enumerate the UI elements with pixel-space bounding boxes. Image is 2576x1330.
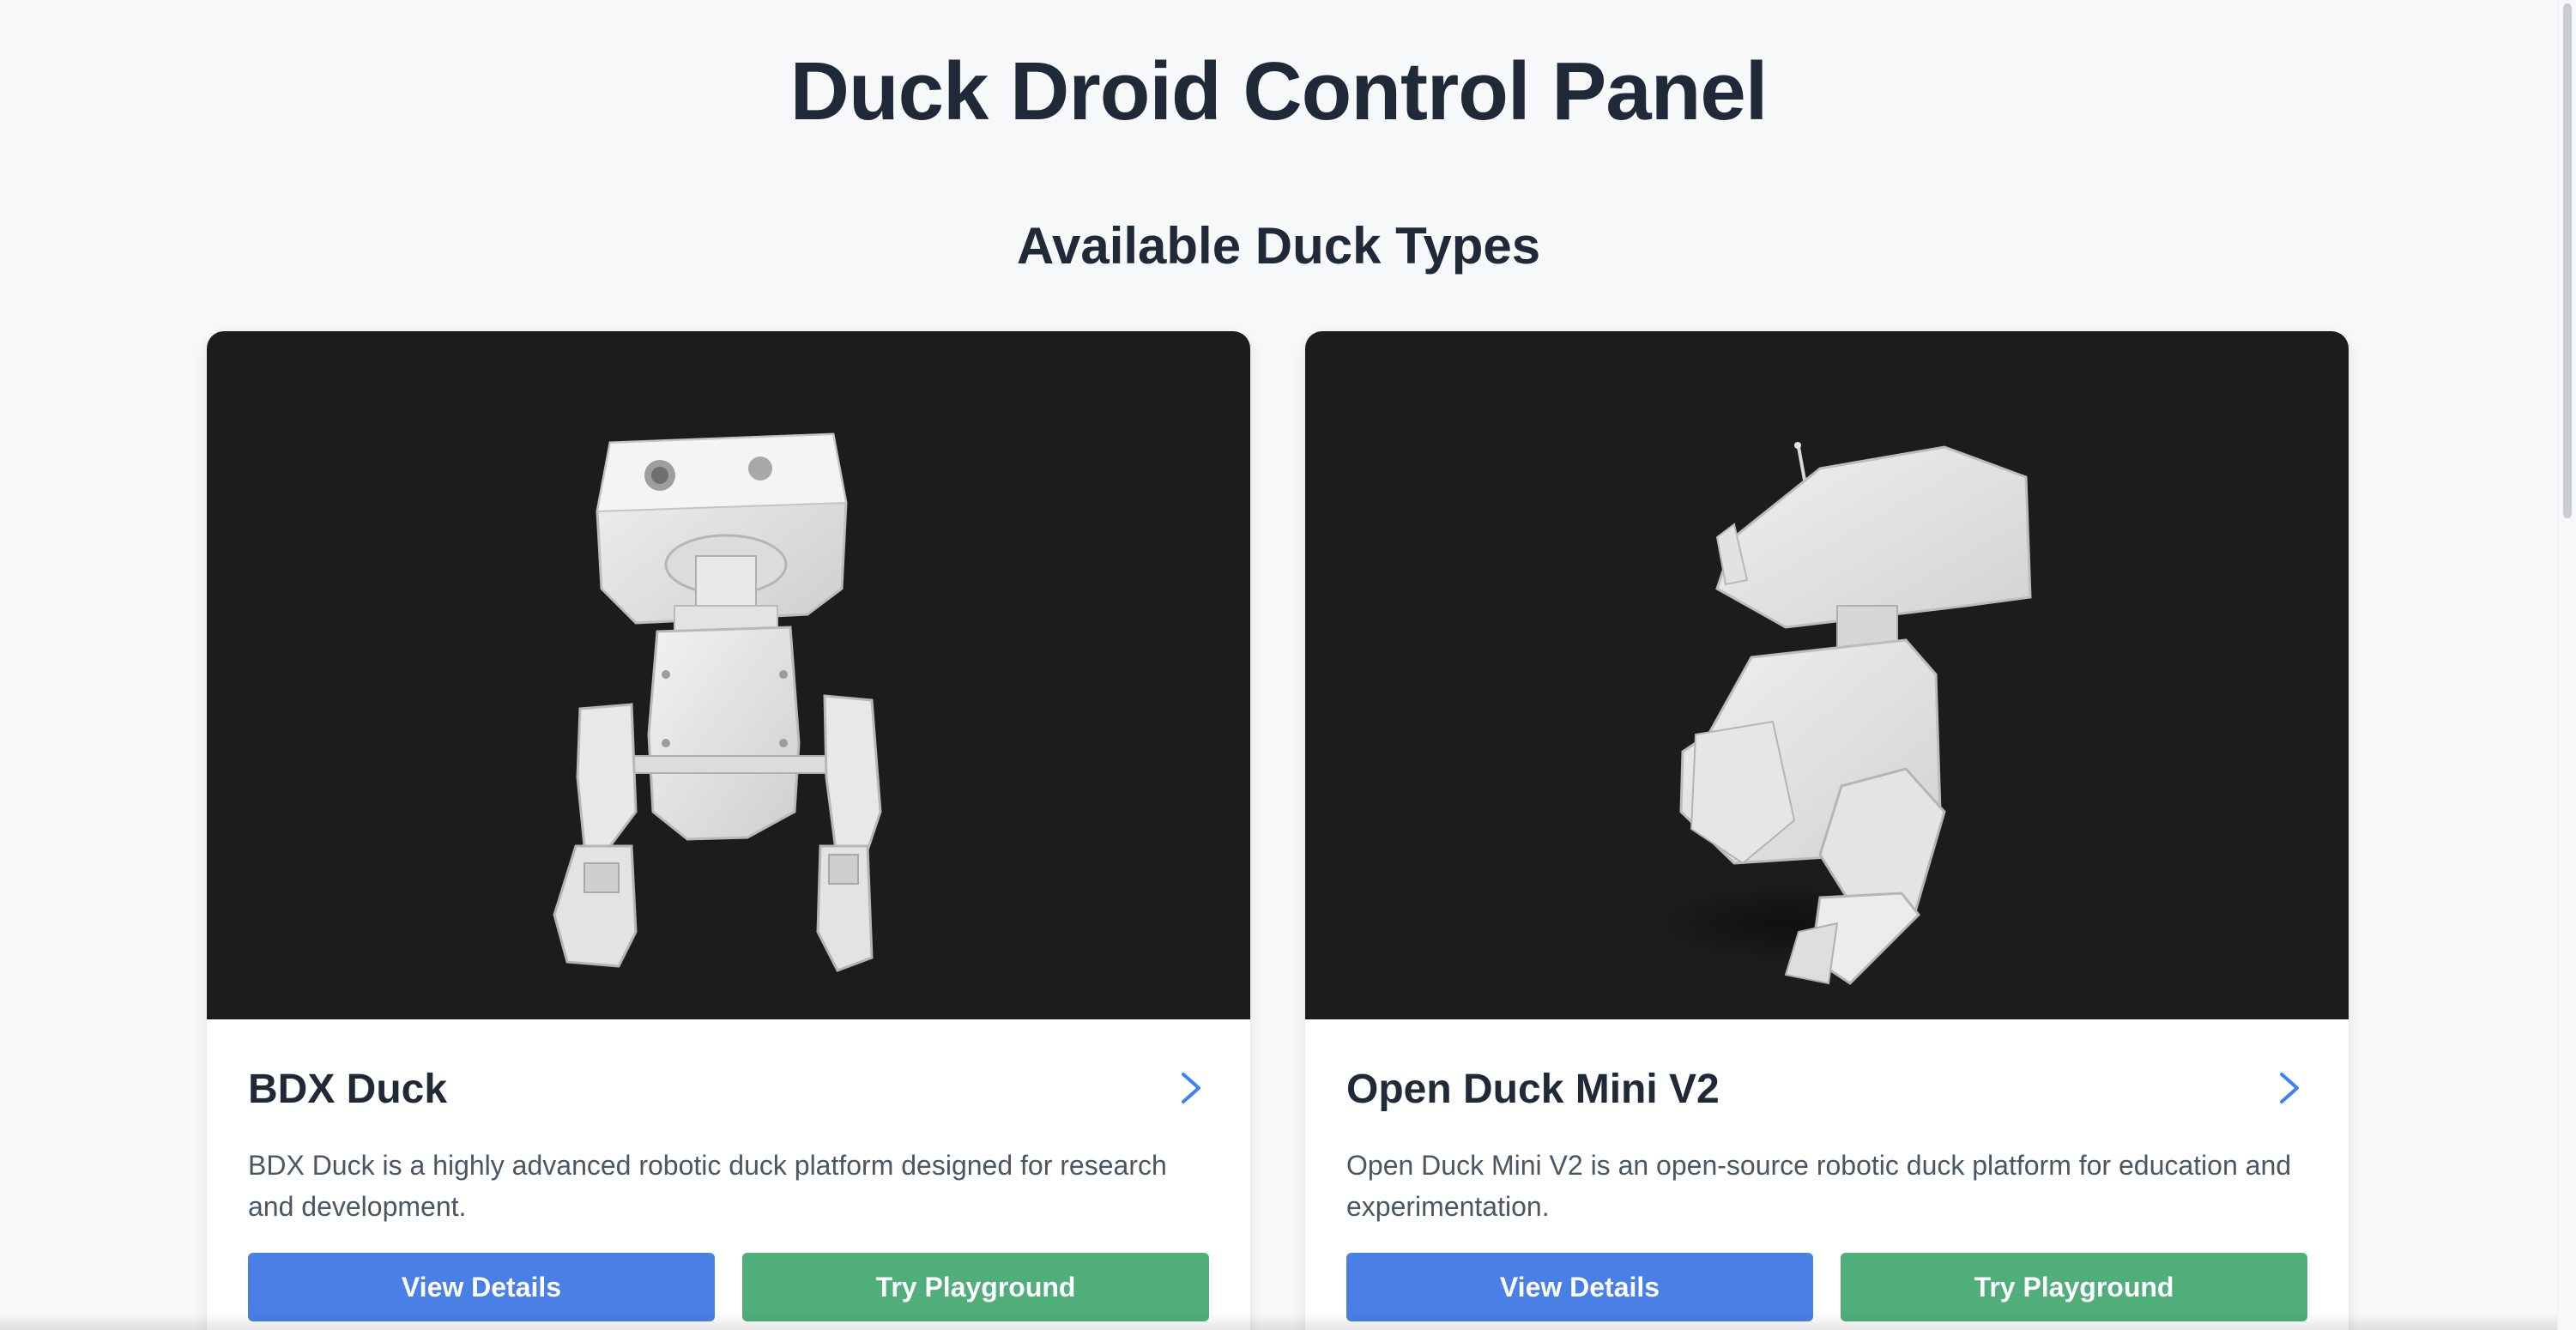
scrollbar-thumb[interactable] — [2563, 3, 2572, 518]
card-title: BDX Duck — [248, 1067, 448, 1112]
robot-3d-viewer[interactable] — [1305, 331, 2349, 1019]
page-title: Duck Droid Control Panel — [789, 45, 1769, 137]
view-details-button[interactable]: View Details — [248, 1253, 715, 1321]
card-title: Open Duck Mini V2 — [1346, 1067, 1720, 1112]
card-description: BDX Duck is a highly advanced robotic du… — [248, 1150, 1167, 1222]
card-description: Open Duck Mini V2 is an open-source robo… — [1346, 1150, 2292, 1222]
duck-card-open-duck-mini-v2[interactable]: Open Duck Mini V2 Open Duck Mini V2 is a… — [1305, 331, 2349, 1330]
section-title: Available Duck Types — [1016, 217, 1541, 275]
robot-3d-viewer[interactable] — [207, 331, 1250, 1019]
open-duck-mini-model-image — [1657, 442, 2032, 985]
vertical-scrollbar[interactable] — [2557, 0, 2576, 1330]
bdx-duck-model-image — [553, 432, 882, 972]
chevron-right-icon[interactable] — [1176, 1071, 1206, 1105]
chevron-right-icon[interactable] — [2275, 1071, 2304, 1105]
try-playground-button[interactable]: Try Playground — [742, 1253, 1209, 1321]
try-playground-button[interactable]: Try Playground — [1841, 1253, 2307, 1321]
bottom-shadow — [0, 1313, 2557, 1330]
view-details-button[interactable]: View Details — [1346, 1253, 1813, 1321]
page: Duck Droid Control Panel Available Duck … — [0, 0, 2576, 1330]
duck-card-bdx[interactable]: BDX Duck BDX Duck is a highly advanced r… — [207, 331, 1250, 1330]
